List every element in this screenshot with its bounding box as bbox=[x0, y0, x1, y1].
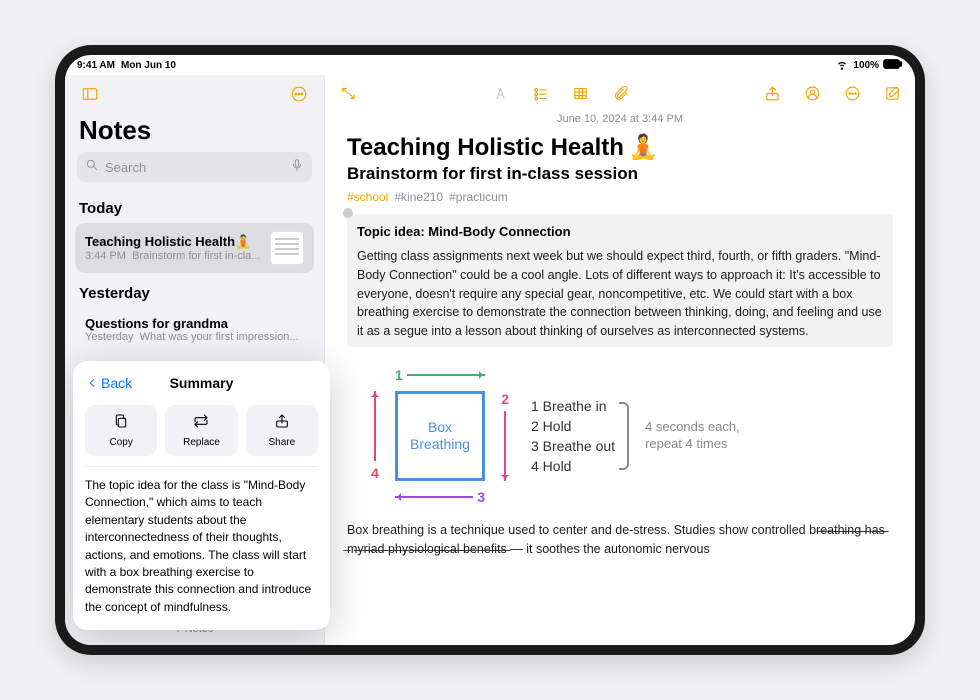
replace-icon bbox=[193, 413, 209, 434]
breathing-steps: 1 Breathe in 2 Hold 3 Breathe out 4 Hold bbox=[531, 394, 629, 478]
topic-block: Topic idea: Mind-Body Connection Getting… bbox=[347, 214, 893, 347]
summary-body-text: The topic idea for the class is "Mind-Bo… bbox=[85, 467, 318, 616]
note-title: Teaching Holistic Health🧘 bbox=[85, 234, 262, 250]
section-header-today: Today bbox=[65, 190, 324, 221]
note-title: Questions for grandma bbox=[85, 316, 304, 331]
search-field[interactable] bbox=[77, 152, 312, 182]
topic-heading: Topic idea: Mind-Body Connection bbox=[357, 224, 883, 239]
share-icon bbox=[274, 413, 290, 434]
battery-percent: 100% bbox=[853, 60, 879, 71]
note-tags: #school #kine210 #practicum bbox=[347, 190, 893, 204]
compose-icon[interactable] bbox=[879, 80, 905, 106]
tag-practicum[interactable]: #practicum bbox=[449, 190, 508, 204]
status-date: Mon Jun 10 bbox=[121, 60, 176, 71]
more-options-icon[interactable] bbox=[286, 81, 312, 107]
checklist-icon[interactable] bbox=[527, 80, 553, 106]
summary-share-button[interactable]: Share bbox=[246, 405, 318, 456]
box-breathing-sketch: 1 2 3 4 Box Breathing 1 Breathe in 2 Hol… bbox=[365, 361, 893, 511]
share-note-icon[interactable] bbox=[759, 80, 785, 106]
notes-app: Notes Today Teaching Holistic Health🧘 3:… bbox=[65, 75, 915, 645]
breathing-aside: 4 seconds each, repeat 4 times bbox=[645, 419, 740, 453]
search-input[interactable] bbox=[105, 160, 284, 175]
ipad-device: 9:41 AM Mon Jun 10 100% Notes Today Teac… bbox=[55, 45, 925, 655]
battery-icon bbox=[883, 59, 903, 72]
box-square: Box Breathing bbox=[395, 391, 485, 481]
dictate-icon[interactable] bbox=[290, 158, 304, 177]
search-icon bbox=[85, 158, 99, 177]
note-subtitle: Brainstorm for first in-class session bbox=[347, 164, 893, 184]
back-label: Back bbox=[101, 375, 132, 391]
topic-paragraph: Getting class assignments next week but … bbox=[357, 247, 883, 341]
emoji-icon: 🧘 bbox=[628, 133, 658, 162]
note-title-heading: Teaching Holistic Health🧘 bbox=[347, 133, 893, 162]
attachment-icon[interactable] bbox=[607, 80, 633, 106]
summary-replace-button[interactable]: Replace bbox=[165, 405, 237, 456]
status-bar: 9:41 AM Mon Jun 10 100% bbox=[65, 55, 915, 75]
note-editor: June 10, 2024 at 3:44 PM Teaching Holist… bbox=[325, 75, 915, 645]
note-thumbnail bbox=[270, 231, 304, 265]
sidebar-toggle-icon[interactable] bbox=[77, 81, 103, 107]
note-item-teaching[interactable]: Teaching Holistic Health🧘 3:44 PM Brains… bbox=[75, 223, 314, 273]
note-body[interactable]: Teaching Holistic Health🧘 Brainstorm for… bbox=[325, 133, 915, 645]
screen: 9:41 AM Mon Jun 10 100% Notes Today Teac… bbox=[65, 55, 915, 645]
summary-copy-button[interactable]: Copy bbox=[85, 405, 157, 456]
note-item-grandma[interactable]: Questions for grandma Yesterday What was… bbox=[75, 308, 314, 351]
more-note-icon[interactable] bbox=[839, 80, 865, 106]
wifi-icon bbox=[835, 57, 849, 74]
textstyle-icon[interactable] bbox=[487, 80, 513, 106]
sidebar: Notes Today Teaching Holistic Health🧘 3:… bbox=[65, 75, 325, 645]
section-header-yesterday: Yesterday bbox=[65, 275, 324, 306]
sidebar-title: Notes bbox=[65, 113, 324, 152]
note-preview: Brainstorm for first in-cla... bbox=[132, 250, 260, 262]
note-time: 3:44 PM bbox=[85, 250, 126, 262]
collaborate-icon[interactable] bbox=[799, 80, 825, 106]
editor-toolbar bbox=[325, 75, 915, 111]
tag-kine210[interactable]: #kine210 bbox=[394, 190, 443, 204]
note-paragraph-2: Box breathing is a technique used to cen… bbox=[347, 521, 893, 559]
summary-back-button[interactable]: Back bbox=[85, 375, 132, 391]
status-time: 9:41 AM bbox=[77, 60, 115, 71]
summary-popover: Back Summary Copy Replace Share The topi… bbox=[73, 361, 330, 630]
copy-icon bbox=[113, 413, 129, 434]
note-preview: What was your first impression... bbox=[140, 331, 299, 343]
note-time: Yesterday bbox=[85, 331, 134, 343]
tag-school[interactable]: #school bbox=[347, 190, 388, 204]
expand-icon[interactable] bbox=[335, 80, 361, 106]
note-date: June 10, 2024 at 3:44 PM bbox=[325, 111, 915, 133]
summary-title: Summary bbox=[170, 375, 234, 391]
table-icon[interactable] bbox=[567, 80, 593, 106]
